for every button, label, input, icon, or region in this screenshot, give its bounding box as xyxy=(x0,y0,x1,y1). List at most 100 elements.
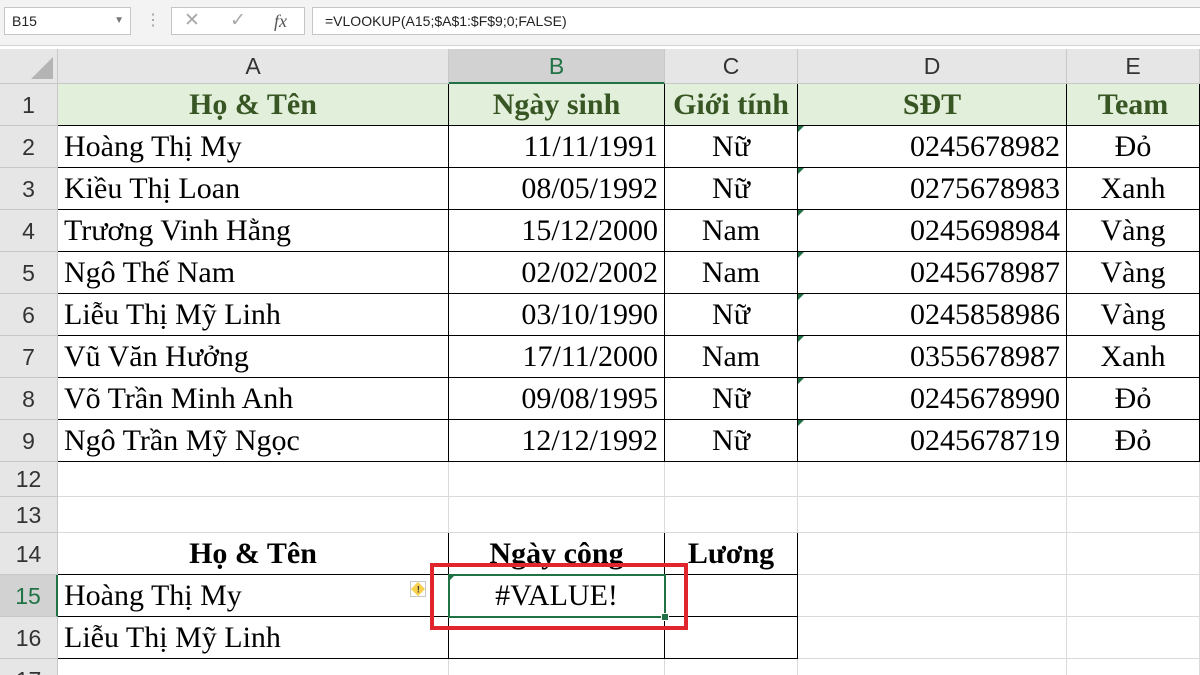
table-cell[interactable]: Vũ Văn Hưởng xyxy=(58,336,449,378)
table-cell[interactable]: 0245858986 xyxy=(798,294,1067,336)
row-header-6[interactable]: 6 xyxy=(0,294,58,336)
column-header-e[interactable]: E xyxy=(1067,49,1200,84)
row-header-12[interactable]: 12 xyxy=(0,462,58,497)
formula-input[interactable]: =VLOOKUP(A15;$A$1:$F$9;0;FALSE) xyxy=(312,7,1200,35)
table-cell[interactable]: Đỏ xyxy=(1067,420,1200,462)
insert-function-icon[interactable]: fx xyxy=(274,10,287,32)
row-header-17[interactable]: 17 xyxy=(0,659,58,675)
row-header-9[interactable]: 9 xyxy=(0,420,58,462)
row-header-15[interactable]: 15 xyxy=(0,575,58,617)
error-warning-icon[interactable]: ! xyxy=(410,581,426,597)
table-cell[interactable]: 0275678983 xyxy=(798,168,1067,210)
table-cell[interactable]: 15/12/2000 xyxy=(449,210,665,252)
table1-header-gender[interactable]: Giới tính xyxy=(665,84,798,126)
empty-cell[interactable] xyxy=(798,659,1067,675)
table-cell[interactable]: Vàng xyxy=(1067,294,1200,336)
empty-cell[interactable] xyxy=(58,497,449,533)
table-cell[interactable]: 0245698984 xyxy=(798,210,1067,252)
row-header-16[interactable]: 16 xyxy=(0,617,58,659)
table-cell[interactable]: Hoàng Thị My xyxy=(58,575,449,617)
table-cell[interactable]: Nam xyxy=(665,336,798,378)
table-cell[interactable]: Ngô Trần Mỹ Ngọc xyxy=(58,420,449,462)
table2-header-workdays[interactable]: Ngày công xyxy=(449,533,665,575)
table-cell[interactable]: 0355678987 xyxy=(798,336,1067,378)
fill-handle[interactable] xyxy=(661,613,669,621)
table-cell[interactable]: Trương Vinh Hằng xyxy=(58,210,449,252)
cancel-icon[interactable]: ✕ xyxy=(184,10,200,32)
table-cell[interactable]: Nữ xyxy=(665,126,798,168)
table-cell[interactable]: Đỏ xyxy=(1067,378,1200,420)
table-cell[interactable]: 03/10/1990 xyxy=(449,294,665,336)
row-header-7[interactable]: 7 xyxy=(0,336,58,378)
table-cell[interactable]: 09/08/1995 xyxy=(449,378,665,420)
table-cell[interactable]: Đỏ xyxy=(1067,126,1200,168)
table-cell[interactable]: 0245678719 xyxy=(798,420,1067,462)
row-header-14[interactable]: 14 xyxy=(0,533,58,575)
table-cell[interactable]: Kiều Thị Loan xyxy=(58,168,449,210)
empty-cell[interactable] xyxy=(1067,659,1200,675)
row-header-5[interactable]: 5 xyxy=(0,252,58,294)
column-header-d[interactable]: D xyxy=(798,49,1067,84)
empty-cell[interactable] xyxy=(665,462,798,497)
table-cell[interactable]: Xanh xyxy=(1067,168,1200,210)
table1-header-name[interactable]: Họ & Tên xyxy=(58,84,449,126)
empty-cell[interactable] xyxy=(665,497,798,533)
table-cell[interactable] xyxy=(449,617,665,659)
table-cell[interactable]: Vàng xyxy=(1067,210,1200,252)
table1-header-team[interactable]: Team xyxy=(1067,84,1200,126)
column-header-b[interactable]: B xyxy=(449,49,665,84)
empty-cell[interactable] xyxy=(449,659,665,675)
table-cell[interactable]: Liễu Thị Mỹ Linh xyxy=(58,294,449,336)
table-cell[interactable]: 0245678982 xyxy=(798,126,1067,168)
empty-cell[interactable] xyxy=(798,575,1067,617)
empty-cell[interactable] xyxy=(1067,575,1200,617)
empty-cell[interactable] xyxy=(1067,462,1200,497)
table-cell[interactable]: Vàng xyxy=(1067,252,1200,294)
table1-header-phone[interactable]: SĐT xyxy=(798,84,1067,126)
column-header-c[interactable]: C xyxy=(665,49,798,84)
table-cell[interactable]: 17/11/2000 xyxy=(449,336,665,378)
table-cell[interactable]: Ngô Thế Nam xyxy=(58,252,449,294)
table2-header-name[interactable]: Họ & Tên xyxy=(58,533,449,575)
empty-cell[interactable] xyxy=(449,462,665,497)
empty-cell[interactable] xyxy=(1067,497,1200,533)
table-cell[interactable]: 0245678987 xyxy=(798,252,1067,294)
row-header-4[interactable]: 4 xyxy=(0,210,58,252)
table-cell[interactable]: Liễu Thị Mỹ Linh xyxy=(58,617,449,659)
table-cell[interactable]: Nữ xyxy=(665,168,798,210)
table-cell[interactable]: 12/12/1992 xyxy=(449,420,665,462)
table-cell[interactable]: 08/05/1992 xyxy=(449,168,665,210)
table-cell[interactable]: Võ Trần Minh Anh xyxy=(58,378,449,420)
enter-icon[interactable]: ✓ xyxy=(230,10,246,32)
table2-header-salary[interactable]: Lương xyxy=(665,533,798,575)
row-header-13[interactable]: 13 xyxy=(0,497,58,533)
table1-header-dob[interactable]: Ngày sinh xyxy=(449,84,665,126)
column-header-a[interactable]: A xyxy=(58,49,449,84)
error-cell-b15[interactable]: #VALUE! xyxy=(449,575,665,617)
table-cell[interactable]: Xanh xyxy=(1067,336,1200,378)
table-cell[interactable]: Nam xyxy=(665,210,798,252)
row-header-8[interactable]: 8 xyxy=(0,378,58,420)
empty-cell[interactable] xyxy=(58,659,449,675)
table-cell[interactable]: Nam xyxy=(665,252,798,294)
empty-cell[interactable] xyxy=(1067,617,1200,659)
row-header-1[interactable]: 1 xyxy=(0,84,58,126)
empty-cell[interactable] xyxy=(449,497,665,533)
table-cell[interactable]: Nữ xyxy=(665,420,798,462)
table-cell[interactable]: 0245678990 xyxy=(798,378,1067,420)
empty-cell[interactable] xyxy=(665,659,798,675)
empty-cell[interactable] xyxy=(798,617,1067,659)
row-header-2[interactable]: 2 xyxy=(0,126,58,168)
empty-cell[interactable] xyxy=(798,497,1067,533)
name-box[interactable]: B15 ▼ xyxy=(4,7,131,35)
empty-cell[interactable] xyxy=(798,533,1067,575)
table-cell[interactable]: 11/11/1991 xyxy=(449,126,665,168)
row-header-3[interactable]: 3 xyxy=(0,168,58,210)
table-cell[interactable]: Nữ xyxy=(665,294,798,336)
name-box-dropdown-icon[interactable]: ▼ xyxy=(114,8,124,34)
table-cell[interactable] xyxy=(665,575,798,617)
table-cell[interactable]: Hoàng Thị My xyxy=(58,126,449,168)
empty-cell[interactable] xyxy=(798,462,1067,497)
empty-cell[interactable] xyxy=(58,462,449,497)
select-all-button[interactable] xyxy=(0,49,58,84)
